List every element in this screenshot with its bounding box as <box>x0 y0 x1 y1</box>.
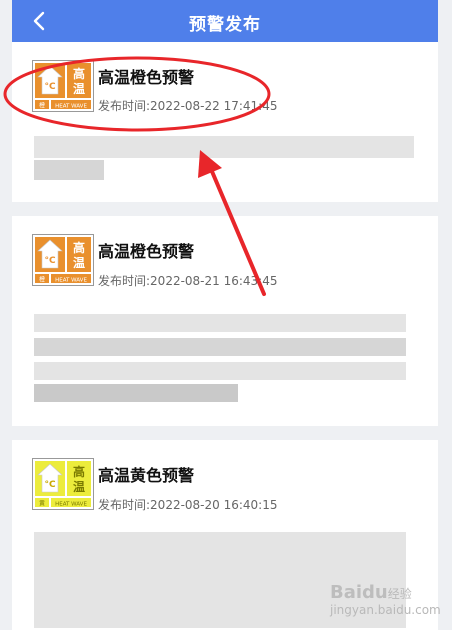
high-temp-orange-icon: °C 高 温 橙 HEAT WAVE <box>32 234 94 286</box>
svg-text:°C: °C <box>44 480 56 490</box>
svg-text:橙: 橙 <box>39 276 45 284</box>
blurred-content <box>34 384 238 402</box>
icon-chars-top: 高 <box>73 66 85 81</box>
svg-text:高: 高 <box>73 240 85 255</box>
blurred-content <box>34 136 414 158</box>
app-frame: 预警发布 °C 高 温 橙 HEAT WAVE 高温橙色预警 发布时间:2022… <box>12 0 438 630</box>
warning-time: 发布时间:2022-08-22 17:41:45 <box>98 99 278 113</box>
svg-text:°C: °C <box>44 256 56 266</box>
blurred-content <box>34 160 104 180</box>
svg-text:HEAT WAVE: HEAT WAVE <box>55 278 87 284</box>
svg-text:黄: 黄 <box>39 500 45 508</box>
svg-text:橙: 橙 <box>39 102 45 110</box>
svg-text:温: 温 <box>73 480 85 494</box>
svg-text:HEAT WAVE: HEAT WAVE <box>55 502 87 508</box>
warning-card[interactable]: °C 高 温 橙 HEAT WAVE 高温橙色预警 发布时间:2022-08-2… <box>12 42 438 202</box>
warning-card[interactable]: °C 高 温 橙 HEAT WAVE 高温橙色预警 发布时间:2022-08-2… <box>12 216 438 426</box>
warning-title: 高温橙色预警 <box>98 68 195 87</box>
svg-text:HEAT WAVE: HEAT WAVE <box>55 104 87 110</box>
high-temp-yellow-icon: °C 高 温 黄 HEAT WAVE <box>32 458 94 510</box>
svg-text:温: 温 <box>73 82 85 96</box>
warning-title: 高温黄色预警 <box>98 466 195 485</box>
svg-text:温: 温 <box>73 256 85 270</box>
warning-title: 高温橙色预警 <box>98 242 195 261</box>
high-temp-orange-icon: °C 高 温 橙 HEAT WAVE <box>32 60 94 112</box>
page-title: 预警发布 <box>189 15 261 35</box>
top-nav-bar: 预警发布 <box>12 0 438 42</box>
warning-time: 发布时间:2022-08-20 16:40:15 <box>98 498 278 512</box>
card-divider <box>12 426 438 440</box>
blurred-content <box>34 338 406 356</box>
card-divider <box>12 202 438 216</box>
blurred-content <box>34 362 406 380</box>
svg-text:°C: °C <box>44 82 56 92</box>
baidu-watermark: Baidu经验 jingyan.baidu.com <box>330 582 441 617</box>
warning-time: 发布时间:2022-08-21 16:43:45 <box>98 274 278 288</box>
svg-text:高: 高 <box>73 464 85 479</box>
blurred-content <box>34 314 406 332</box>
